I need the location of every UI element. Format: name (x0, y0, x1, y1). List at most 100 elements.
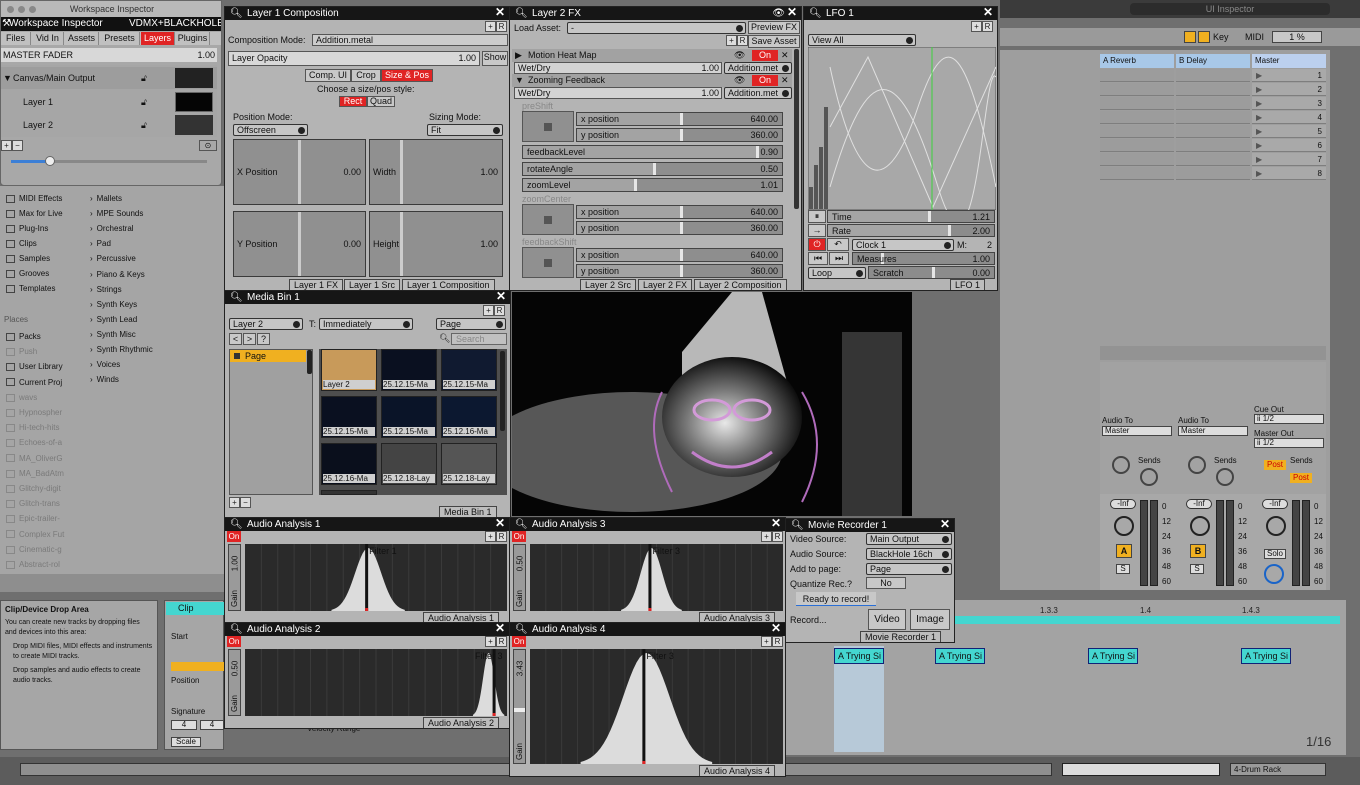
audio-to-select-a[interactable]: Master (1102, 426, 1172, 436)
lock-icon[interactable]: 🔓︎ (141, 114, 147, 136)
browser-place[interactable]: Cinematic-g (6, 543, 62, 557)
inspector-settings-icon[interactable]: ⊙ (199, 140, 217, 151)
zoom-dot-icon[interactable] (29, 6, 36, 13)
browser-folder[interactable]: › Mallets (90, 192, 122, 206)
media-thumbnail[interactable]: 25.12.16-Ma (441, 396, 497, 438)
keyboard-icon[interactable] (1198, 31, 1210, 43)
search-icon[interactable]: 🔍︎ (515, 518, 528, 531)
xy-pad-preshift[interactable] (522, 111, 574, 142)
clip-slot[interactable] (1176, 83, 1250, 96)
lfo-arrow-button[interactable]: → (808, 224, 826, 237)
inspector-tab-vid-in[interactable]: Vid In (32, 32, 64, 45)
signature-numerator[interactable]: 4 (171, 720, 197, 730)
disclosure-triangle-icon[interactable]: ▼ (515, 74, 524, 87)
eye-icon[interactable]: 👁︎ (772, 7, 785, 20)
media-thumbnail[interactable]: Layer 2 (321, 349, 377, 391)
r-icon[interactable]: R (496, 21, 507, 32)
add-icon[interactable]: + (485, 531, 496, 542)
r-icon[interactable]: R (982, 21, 993, 32)
audio-on-toggle[interactable]: On (512, 531, 526, 542)
track-activator-a[interactable]: A (1116, 544, 1132, 558)
browser-folder[interactable]: › MPE Sounds (90, 207, 143, 221)
solo-button-a[interactable]: S (1116, 564, 1130, 574)
browser-folder[interactable]: › Piano & Keys (90, 268, 145, 282)
media-thumbnail[interactable]: 25.12.15-Ma (321, 396, 377, 438)
fx-row-motion-heat-map[interactable]: ▶ Motion Heat Map 👁︎ On ✕ (512, 49, 792, 62)
audio-analysis-tab[interactable]: Audio Analysis 2 (422, 717, 499, 728)
clip-slot[interactable] (1100, 139, 1174, 152)
add-icon[interactable]: + (761, 531, 772, 542)
close-icon[interactable]: ✕ (940, 519, 950, 531)
scene-launch[interactable]: ▶ 5 (1252, 125, 1326, 138)
close-icon[interactable]: ✕ (771, 623, 781, 635)
r-icon[interactable]: R (737, 35, 748, 46)
tab-comp-ui[interactable]: Comp. UI (305, 69, 351, 82)
browser-place[interactable]: Hi-tech-hits (6, 421, 59, 435)
browser-place[interactable]: Glitch-trans (6, 497, 60, 511)
layer-row-canvas[interactable]: ▼ Canvas/Main Output 🔓︎ (1, 67, 217, 89)
tab-movie-recorder-1[interactable]: Movie Recorder 1 (860, 631, 942, 642)
browser-folder[interactable]: › Synth Misc (90, 328, 136, 342)
lfo-clock-select[interactable]: Clock 1 (852, 239, 954, 251)
clip-slot[interactable] (1176, 111, 1250, 124)
clip-start-bar[interactable] (171, 662, 224, 671)
position-mode-select[interactable]: Offscreen (233, 124, 308, 136)
tab-layer1-src[interactable]: Layer 1 Src (344, 279, 401, 290)
clip-slot[interactable] (1176, 125, 1250, 138)
scene-launch[interactable]: ▶ 2 (1252, 83, 1326, 96)
scene-launch[interactable]: ▶ 4 (1252, 111, 1326, 124)
lfo-scratch-slider[interactable]: Scratch 0.00 (868, 266, 995, 279)
cpu-zoom-field[interactable]: 1 % (1272, 31, 1322, 43)
save-asset-button[interactable]: Save Asset (748, 35, 800, 48)
close-dot-icon[interactable] (7, 6, 14, 13)
scene-launch[interactable]: ▶ 3 (1252, 97, 1326, 110)
filter-marker[interactable] (642, 649, 646, 764)
gain-slider[interactable]: 1.00 Gain (228, 544, 241, 611)
browser-place[interactable]: Hypnospher (6, 406, 62, 420)
lfo-view-select[interactable]: View All (808, 34, 916, 46)
media-thumbnail[interactable]: 25.12.16-Ma (321, 443, 377, 485)
browser-folder[interactable]: › Percussive (90, 252, 136, 266)
fx-param-y-position[interactable]: y position 360.00 (576, 128, 783, 142)
volume-master[interactable]: -Inf (1262, 499, 1288, 509)
browser-category[interactable]: MIDI Effects (6, 192, 62, 206)
fx-param-y-position[interactable]: y position 360.00 (576, 264, 783, 278)
browser-folder[interactable]: › Strings (90, 283, 122, 297)
media-bin-layer-select[interactable]: Layer 2 (229, 318, 303, 330)
fx-remove-icon-1[interactable]: ✕ (781, 49, 789, 62)
search-icon[interactable]: 🔍︎ (230, 291, 243, 304)
media-scrollbar[interactable] (500, 351, 505, 431)
close-icon[interactable]: ✕ (495, 623, 505, 635)
browser-place[interactable]: MA_BadAtm (6, 467, 64, 481)
arrangement-loop-bar[interactable] (955, 616, 1340, 624)
track-header-master[interactable]: Master (1252, 54, 1326, 68)
inspector-tab-layers[interactable]: Layers (141, 32, 175, 45)
browser-folder[interactable]: › Pad (90, 237, 111, 251)
gain-slider[interactable]: 3.43 Gain (513, 649, 526, 764)
master-out-select[interactable]: ii 1/2 (1254, 438, 1324, 448)
page-list-item[interactable]: Page (230, 350, 306, 362)
inspector-tab-plugins[interactable]: Plugins (176, 32, 210, 45)
fx-param-x-position[interactable]: x position 640.00 (576, 248, 783, 262)
tab-lfo-1[interactable]: LFO 1 (950, 279, 986, 290)
fx-param-rotateangle[interactable]: rotateAngle 0.50 (522, 162, 783, 176)
pencil-icon[interactable] (1184, 31, 1196, 43)
lfo-time-slider[interactable]: Time 1.21 (827, 210, 995, 223)
fx-blend-select-1[interactable]: Addition.met (724, 62, 792, 74)
clip-slot[interactable] (1100, 111, 1174, 124)
xy-pad-feedbackshift[interactable] (522, 247, 574, 278)
lfo-sync-button[interactable]: ↶ (827, 238, 849, 251)
lfo-waveform-display[interactable] (808, 47, 996, 210)
clip-slot[interactable] (1176, 167, 1250, 180)
fx-remove-icon-2[interactable]: ✕ (781, 74, 789, 87)
browser-place[interactable]: Echoes-of-a (6, 436, 62, 450)
lock-icon[interactable]: 🔓︎ (141, 91, 147, 113)
eye-icon[interactable]: 👁︎ (734, 74, 745, 87)
lfo-forward-button[interactable]: ⏭ (829, 252, 849, 265)
width-slider[interactable]: Width 1.00 (369, 139, 503, 205)
add-media-button[interactable]: + (229, 497, 240, 508)
browser-folder[interactable]: › Winds (90, 373, 119, 387)
post-button-1[interactable]: Post (1264, 460, 1286, 470)
close-icon[interactable]: ✕ (496, 291, 506, 303)
add-icon[interactable]: + (726, 35, 737, 46)
